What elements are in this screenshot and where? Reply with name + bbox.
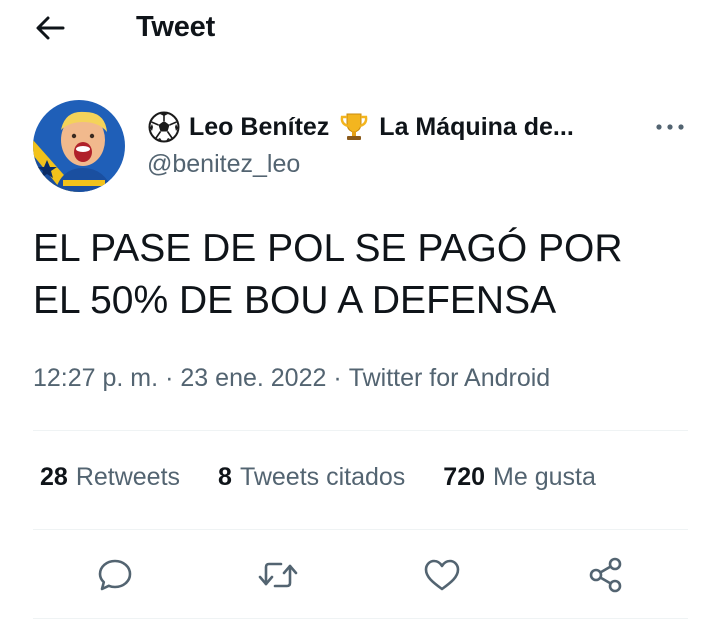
avatar[interactable] bbox=[33, 100, 125, 192]
retweets-stat[interactable]: 28 Retweets bbox=[40, 463, 180, 492]
action-bar bbox=[0, 552, 720, 600]
user-handle[interactable]: @benitez_leo bbox=[147, 150, 667, 179]
retweet-button[interactable] bbox=[255, 552, 301, 598]
back-button[interactable] bbox=[30, 10, 70, 46]
display-name[interactable]: Leo Benítez La Máquina de... bbox=[147, 110, 667, 144]
author-block: Leo Benítez La Máquina de... @benitez_le… bbox=[147, 110, 667, 179]
meta-separator: · bbox=[165, 364, 174, 392]
tweet-text: EL PASE DE POL SE PAGÓ POR EL 50% DE BOU… bbox=[33, 223, 693, 327]
reply-icon bbox=[98, 559, 132, 591]
tweet-date[interactable]: 23 ene. 2022 bbox=[180, 364, 326, 392]
retweets-label: Retweets bbox=[75, 463, 181, 491]
more-options-button[interactable] bbox=[650, 112, 690, 142]
quote-tweets-count: 8 bbox=[218, 463, 232, 491]
tweet-text-line: EL PASE DE POL SE PAGÓ POR bbox=[33, 227, 623, 270]
likes-label: Me gusta bbox=[493, 463, 596, 491]
display-name-rest: La Máquina de... bbox=[379, 112, 574, 141]
more-horizontal-icon bbox=[656, 124, 684, 130]
retweets-count: 28 bbox=[40, 463, 68, 491]
tweet-time[interactable]: 12:27 p. m. bbox=[33, 364, 158, 392]
page-title: Tweet bbox=[136, 11, 216, 43]
engagement-stats: 28 Retweets 8 Tweets citados 720 Me gust… bbox=[40, 463, 596, 492]
meta-separator: · bbox=[333, 364, 342, 392]
display-name-part: Leo Benítez bbox=[189, 112, 330, 141]
soccer-ball-icon bbox=[147, 110, 181, 144]
likes-stat[interactable]: 720 Me gusta bbox=[443, 463, 596, 492]
arrow-left-icon bbox=[36, 16, 65, 40]
tweet-text-line: EL 50% DE BOU A DEFENSA bbox=[33, 279, 557, 322]
quote-tweets-label: Tweets citados bbox=[239, 463, 406, 491]
reply-button[interactable] bbox=[92, 552, 138, 598]
top-bar: Tweet bbox=[0, 0, 720, 56]
retweet-icon bbox=[258, 562, 298, 588]
quote-tweets-stat[interactable]: 8 Tweets citados bbox=[218, 463, 405, 492]
share-button[interactable] bbox=[583, 552, 629, 598]
divider bbox=[33, 529, 688, 530]
tweet-source[interactable]: Twitter for Android bbox=[349, 364, 550, 392]
like-icon bbox=[424, 559, 460, 591]
divider bbox=[33, 618, 688, 619]
share-icon bbox=[589, 557, 622, 593]
avatar-image bbox=[33, 100, 125, 192]
divider bbox=[33, 430, 688, 431]
likes-count: 720 bbox=[443, 463, 486, 491]
like-button[interactable] bbox=[419, 552, 465, 598]
trophy-icon bbox=[337, 110, 371, 144]
tweet-meta: 12:27 p. m. · 23 ene. 2022 · Twitter for And… bbox=[33, 364, 550, 393]
